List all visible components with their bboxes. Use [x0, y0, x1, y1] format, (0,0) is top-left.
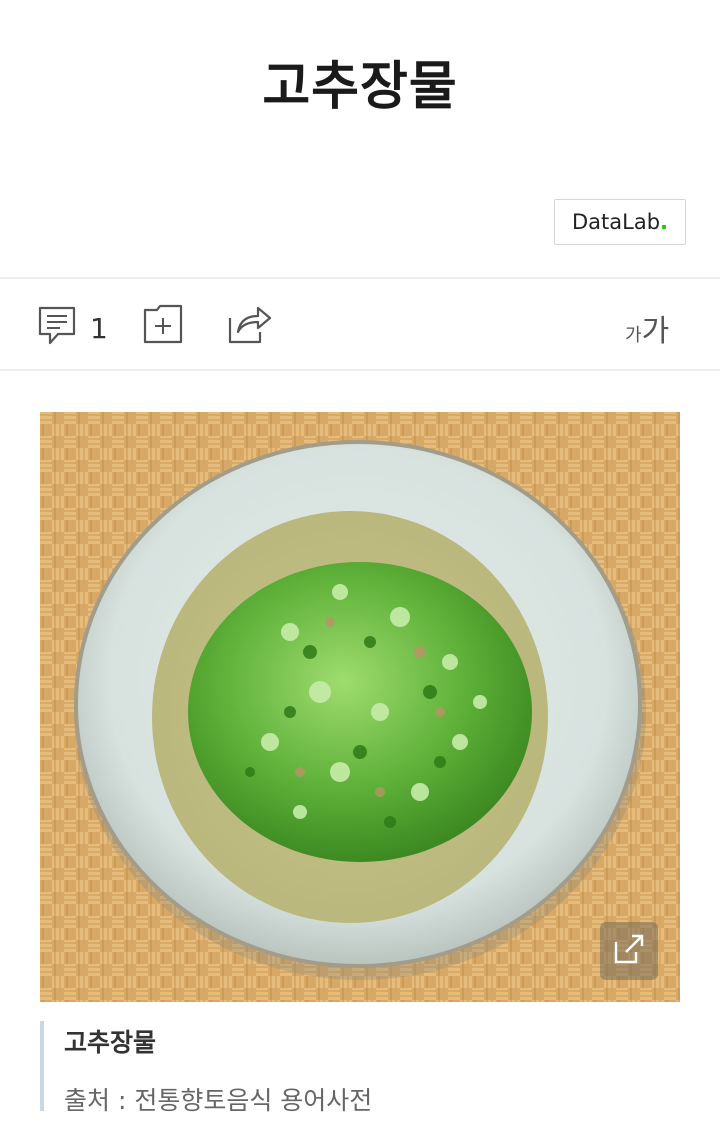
comment-button[interactable]: 1: [38, 306, 108, 350]
divider-top: [0, 277, 720, 279]
comment-count: 1: [90, 311, 108, 345]
font-size-small-label: 가: [625, 325, 642, 346]
folder-add-icon: [143, 304, 183, 348]
font-size-button[interactable]: 가가: [625, 306, 669, 350]
datalab-badge[interactable]: DataLab.: [554, 199, 686, 245]
expand-icon: [612, 932, 646, 970]
datalab-label: DataLab: [571, 210, 661, 234]
comment-icon: [38, 306, 76, 350]
page-title: 고추장물: [262, 57, 458, 117]
share-button[interactable]: [228, 304, 272, 348]
image-caption: 고추장물 출처 : 전통향토음식 용어사전: [40, 1021, 372, 1115]
share-icon: [228, 304, 272, 348]
caption-source: 출처 : 전통향토음식 용어사전: [64, 1086, 373, 1115]
article-toolbar: 1 가가: [0, 280, 720, 370]
expand-image-button[interactable]: [600, 922, 658, 980]
food-photo[interactable]: [40, 412, 680, 1002]
font-size-large-label: 가: [641, 314, 670, 349]
datalab-dot: .: [660, 210, 669, 234]
save-button[interactable]: [143, 304, 183, 348]
divider-bottom: [0, 369, 720, 371]
caption-title: 고추장물: [64, 1028, 157, 1057]
